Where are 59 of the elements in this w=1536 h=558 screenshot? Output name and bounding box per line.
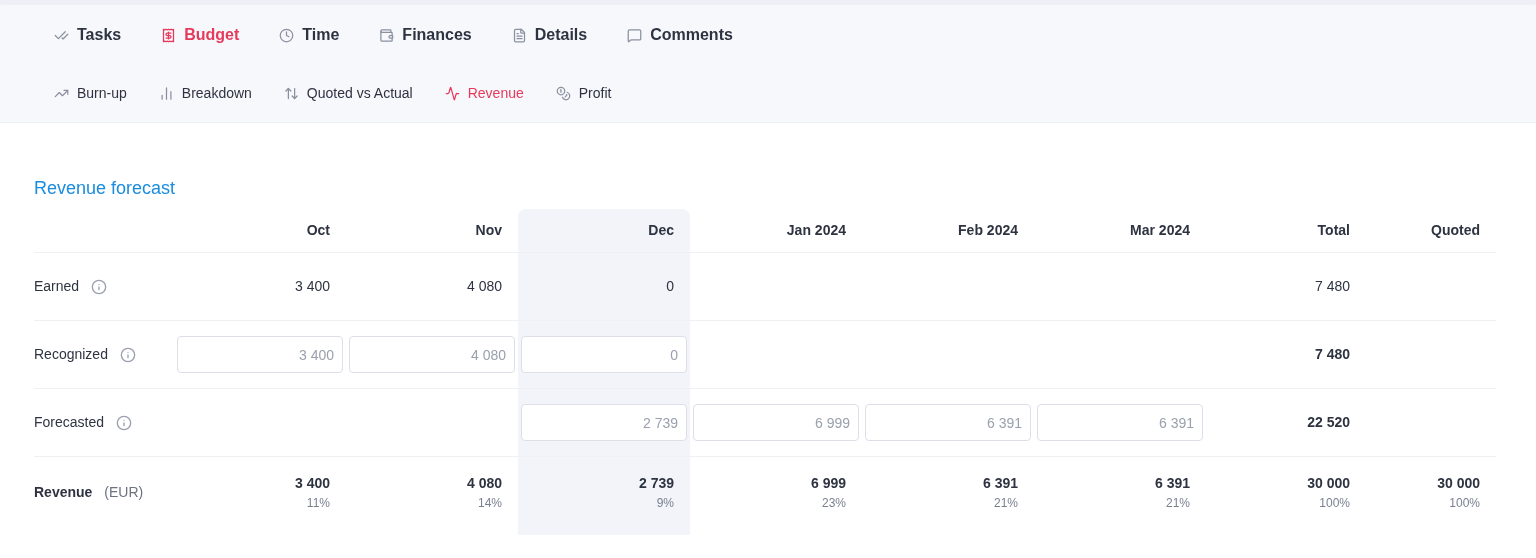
row-label: Forecasted [34,413,105,432]
tab[interactable]: Tasks [54,23,122,47]
coins-icon [555,86,571,101]
info-icon[interactable] [116,414,133,431]
info-icon[interactable] [119,346,136,363]
input-field[interactable]: 6 391 [1037,404,1203,441]
table-cell-text: 3 400 [294,473,330,493]
table-cell-text: 6 391 [982,473,1018,493]
input-field[interactable]: 0 [521,336,687,373]
percent-text: 100% [1319,494,1350,512]
tab[interactable]: Time [279,23,340,47]
row-label: Earned [34,277,80,296]
bar-chart-icon [158,86,174,101]
arrows-icon [283,86,299,101]
tab[interactable]: Finances [379,23,472,47]
tab[interactable]: Budget [161,23,240,47]
table-cell-text: 4 080 [466,473,502,493]
info-icon[interactable] [91,278,108,295]
column-header: Dec [518,209,690,253]
section-title: Revenue forecast [34,177,177,200]
percent-text: 21% [993,494,1018,512]
table-cell-text: 22 520 [1307,413,1350,432]
sub-tab[interactable]: Quoted vs Actual [283,83,413,104]
table-cell-text: 30 000 [1437,473,1480,493]
receipt-icon [161,27,177,43]
input-field[interactable]: 6 999 [693,404,859,441]
table-cell-text: 0 [666,277,674,296]
sub-tab[interactable]: Burn-up [54,83,127,104]
percent-text: 11% [306,494,330,512]
percent-text: 100% [1449,494,1480,512]
input-field[interactable]: 6 391 [865,404,1031,441]
table-cell-text: 6 391 [1154,473,1190,493]
table-cell-text: 7 480 [1314,345,1350,364]
table-cell-text: 4 080 [466,277,502,296]
sub-tab[interactable]: Revenue [444,83,524,104]
percent-text: 9% [656,494,674,512]
table-cell-text: 6 999 [810,473,846,493]
document-icon [511,27,527,43]
sub-tab[interactable]: Breakdown [158,83,252,104]
unit-label: (EUR) [104,482,144,502]
table-cell-text: 2 739 [638,473,674,493]
table-cell-text: 7 480 [1314,277,1350,296]
sub-tab[interactable]: Profit [555,83,612,104]
tab[interactable]: Details [511,23,588,47]
row-label: Recognized [34,345,108,364]
percent-text: 14% [477,494,502,512]
table-cell-text: 30 000 [1307,473,1350,493]
line-chart-icon [444,86,460,101]
tab[interactable]: Comments [627,23,733,47]
row-label: Revenue [34,482,93,502]
input-field[interactable]: 3 400 [177,336,343,373]
input-field[interactable]: 2 739 [521,404,687,441]
input-field[interactable]: 4 080 [349,336,515,373]
table-cell-text: 3 400 [294,277,330,296]
comment-icon [627,27,643,43]
wallet-icon [379,27,395,43]
percent-text: 23% [821,494,846,512]
percent-text: 21% [1165,494,1190,512]
clock-icon [279,27,295,43]
